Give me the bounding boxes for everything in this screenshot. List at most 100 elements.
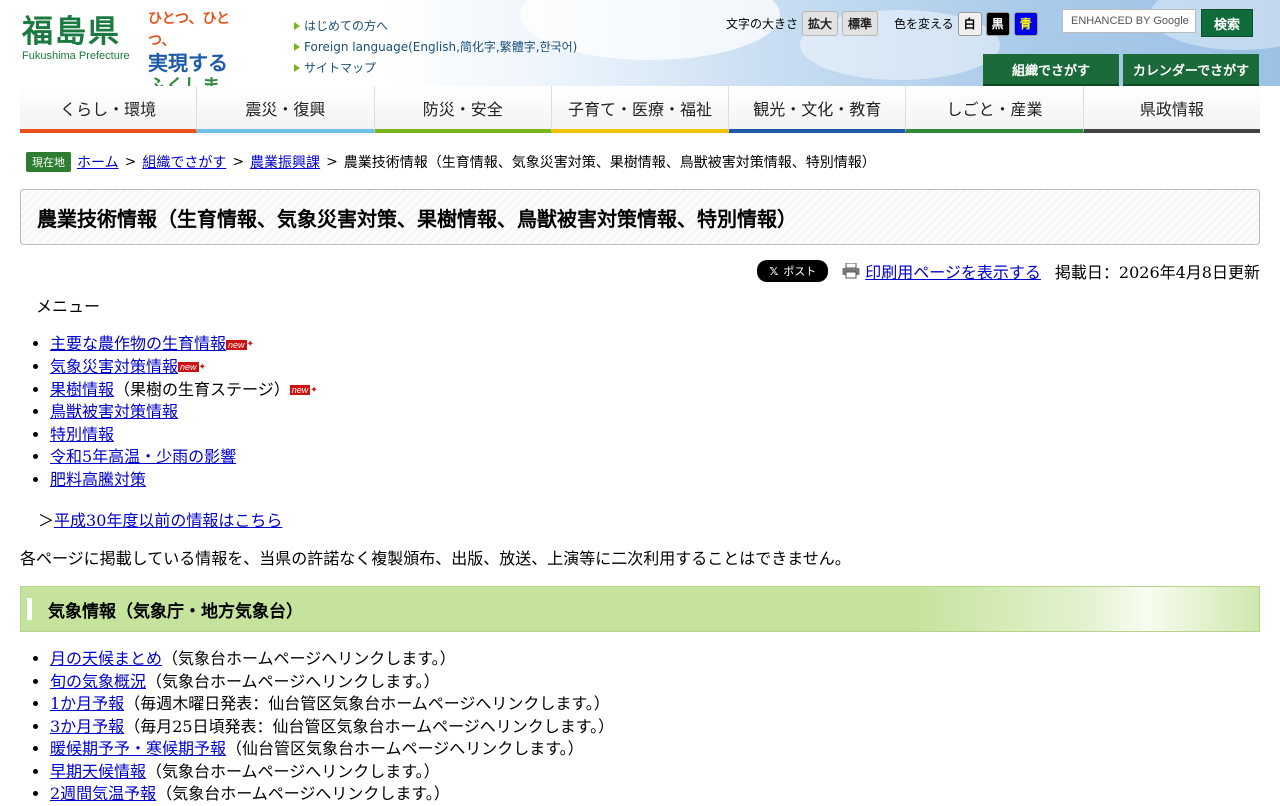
weather-item: 旬の気象概況（気象台ホームページへリンクします。） (50, 671, 1260, 694)
breadcrumb-separator: > (326, 154, 338, 170)
org-search-button[interactable]: 組織でさがす (983, 54, 1119, 86)
color-black-button[interactable]: 黒 (985, 11, 1010, 36)
breadcrumb-home[interactable]: ホーム (77, 152, 119, 172)
weather-list: 月の天候まとめ（気象台ホームページへリンクします。）旬の気象概況（気象台ホームペ… (20, 648, 1260, 806)
main-content: 現在地 ホーム > 組織でさがす > 農業振興課 > 農業技術情報（生育情報、気… (20, 150, 1260, 806)
weather-note: （仙台管区気象台ホームページへリンクします。） (226, 739, 584, 759)
old-info-prefix: ＞ (38, 511, 55, 531)
color-change-label: 色を変える (894, 17, 954, 31)
nav-item-0[interactable]: くらし・環境 (20, 86, 198, 133)
menu-item: 特別情報 (50, 424, 1260, 447)
link-sitemap[interactable]: サイトマップ (304, 61, 376, 75)
menu-link[interactable]: 肥料高騰対策 (50, 470, 146, 489)
header-search-buttons: 組織でさがす カレンダーでさがす (983, 54, 1259, 86)
logo-kanji: 福島県 (22, 14, 121, 50)
menu-link[interactable]: 主要な農作物の生育情報 (50, 334, 226, 353)
print-page-link[interactable]: 印刷用ページを表示する (865, 259, 1041, 283)
weather-item: 月の天候まとめ（気象台ホームページへリンクします。） (50, 648, 1260, 671)
color-white-button[interactable]: 白 (957, 11, 982, 36)
menu-link[interactable]: 果樹情報 (50, 380, 114, 399)
new-badge-icon: new (289, 385, 311, 395)
old-info-link[interactable]: 平成30年度以前の情報はこちら (54, 511, 282, 530)
nav-item-4[interactable]: 観光・文化・教育 (729, 86, 907, 133)
section-title: 気象情報（気象庁・地方気象台） (48, 601, 303, 622)
print-link-wrap: 印刷用ページを表示する (842, 259, 1041, 283)
slogan-line-3: ふくしま (148, 76, 220, 86)
nav-item-2[interactable]: 防災・安全 (374, 86, 552, 133)
menu-suffix: （果樹の生育ステージ） (114, 379, 290, 399)
menu-item: 肥料高騰対策 (50, 469, 1260, 492)
menu-item: 気象災害対策情報new✦ (50, 356, 1260, 379)
menu-link[interactable]: 気象災害対策情報 (50, 357, 178, 376)
breadcrumb-separator: > (124, 154, 137, 170)
menu-item: 主要な農作物の生育情報new✦ (50, 333, 1260, 356)
weather-link[interactable]: 1か月予報 (50, 694, 124, 713)
accessibility-controls: 文字の大きさ 拡大 標準 色を変える 白 黒 青 (726, 11, 1038, 36)
weather-item: 早期天候情報（気象台ホームページへリンクします。） (50, 761, 1260, 784)
slogan-logo: ひとつ、ひとつ、 実現する ふくしま (148, 8, 248, 86)
copyright-notice: 各ページに掲載している情報を、当県の許諾なく複製頒布、出版、放送、上演等に二次利… (20, 549, 851, 569)
link-first-visitors[interactable]: はじめての方へ (304, 19, 388, 33)
current-location-badge: 現在地 (26, 152, 71, 172)
menu-item: 果樹情報（果樹の生育ステージ）new✦ (50, 379, 1260, 402)
menu-link[interactable]: 令和5年高温・少雨の影響 (50, 447, 236, 466)
x-post-button[interactable]: 𝕏 ポスト (757, 260, 829, 282)
weather-item: 暖候期予予・寒候期予報（仙台管区気象台ホームページへリンクします。） (50, 738, 1260, 761)
weather-link[interactable]: 3か月予報 (50, 717, 124, 736)
x-post-label: ポスト (783, 265, 817, 278)
text-standard-button[interactable]: 標準 (842, 11, 879, 36)
site-search: ENHANCED BY Google 検索 (1062, 9, 1253, 37)
nav-item-1[interactable]: 震災・復興 (197, 86, 375, 133)
menu-link[interactable]: 特別情報 (50, 425, 114, 444)
slogan-line-1: ひとつ、ひとつ、 (148, 11, 231, 49)
text-enlarge-button[interactable]: 拡大 (802, 11, 839, 36)
breadcrumb-separator: > (232, 154, 245, 170)
weather-note: （気象台ホームページへリンクします。） (162, 649, 456, 669)
weather-link[interactable]: 月の天候まとめ (50, 649, 162, 668)
logo-roman: Fukushima Prefecture (22, 50, 130, 62)
page-title: 農業技術情報（生育情報、気象災害対策、果樹情報、鳥獣被害対策情報、特別情報） (20, 189, 1260, 245)
site-logo[interactable]: 福島県 Fukushima Prefecture (22, 14, 132, 62)
x-logo-icon: 𝕏 (769, 264, 779, 278)
printer-icon (842, 263, 860, 279)
sparkle-icon: ✦ (310, 384, 318, 395)
color-blue-button[interactable]: 青 (1013, 11, 1038, 36)
weather-note: （気象台ホームページへリンクします。） (146, 761, 440, 781)
new-badge-icon: new (226, 339, 247, 350)
menu-list: 主要な農作物の生育情報new✦気象災害対策情報new✦果樹情報（果樹の生育ステー… (20, 333, 1260, 491)
search-input[interactable]: ENHANCED BY Google (1062, 9, 1196, 33)
nav-item-6[interactable]: 県政情報 (1083, 86, 1260, 133)
text-size-label: 文字の大きさ (726, 17, 799, 31)
weather-note: （毎週木曜日発表：仙台管区気象台ホームページへリンクします。） (124, 694, 610, 714)
page-meta: 𝕏 ポスト 印刷用ページを表示する 掲載日：2026年4月8日更新 (20, 259, 1260, 283)
calendar-search-button[interactable]: カレンダーでさがす (1123, 54, 1259, 86)
new-badge-icon: new (178, 362, 199, 373)
global-nav: くらし・環境 震災・復興 防災・安全 子育て・医療・福祉 観光・文化・教育 しごと・産業県… (20, 86, 1260, 133)
quick-links: はじめての方へ Foreign language(English,简化字,繁體字… (294, 16, 577, 79)
weather-item: 2週間気温予報（気象台ホームページへリンクします。） (50, 783, 1260, 806)
slogan-line-2: 実現する (148, 51, 228, 75)
weather-item: 3か月予報（毎月25日頃発表：仙台管区気象台ホームページへリンクします。） (50, 716, 1260, 739)
nav-item-5[interactable]: しごと・産業 (906, 86, 1084, 133)
nav-item-3[interactable]: 子育て・医療・福祉 (551, 86, 730, 133)
menu-heading: メニュー (36, 297, 101, 316)
heading-bar (27, 598, 32, 621)
weather-link[interactable]: 2週間気温予報 (50, 784, 156, 803)
weather-link[interactable]: 旬の気象概況 (50, 672, 146, 691)
arrow-icon (294, 43, 300, 51)
link-foreign-language[interactable]: Foreign language(English,简化字,繁體字,한국어) (304, 40, 577, 54)
weather-note: （気象台ホームページへリンクします。） (146, 671, 440, 691)
arrow-icon (294, 22, 300, 30)
menu-link[interactable]: 鳥獣被害対策情報 (50, 402, 178, 421)
weather-link[interactable]: 早期天候情報 (50, 762, 146, 781)
updated-date: 掲載日：2026年4月8日更新 (1054, 263, 1260, 282)
section-heading-weather: 気象情報（気象庁・地方気象台） (20, 586, 1260, 633)
weather-link[interactable]: 暖候期予予・寒候期予報 (50, 739, 226, 758)
menu-item: 令和5年高温・少雨の影響 (50, 446, 1260, 469)
breadcrumb-dept[interactable]: 農業振興課 (250, 152, 320, 172)
breadcrumb-org[interactable]: 組織でさがす (142, 152, 226, 172)
menu-item: 鳥獣被害対策情報 (50, 401, 1260, 424)
old-info-row: ＞平成30年度以前の情報はこちら (20, 507, 1260, 531)
weather-item: 1か月予報（毎週木曜日発表：仙台管区気象台ホームページへリンクします。） (50, 693, 1260, 716)
search-button[interactable]: 検索 (1201, 9, 1253, 37)
